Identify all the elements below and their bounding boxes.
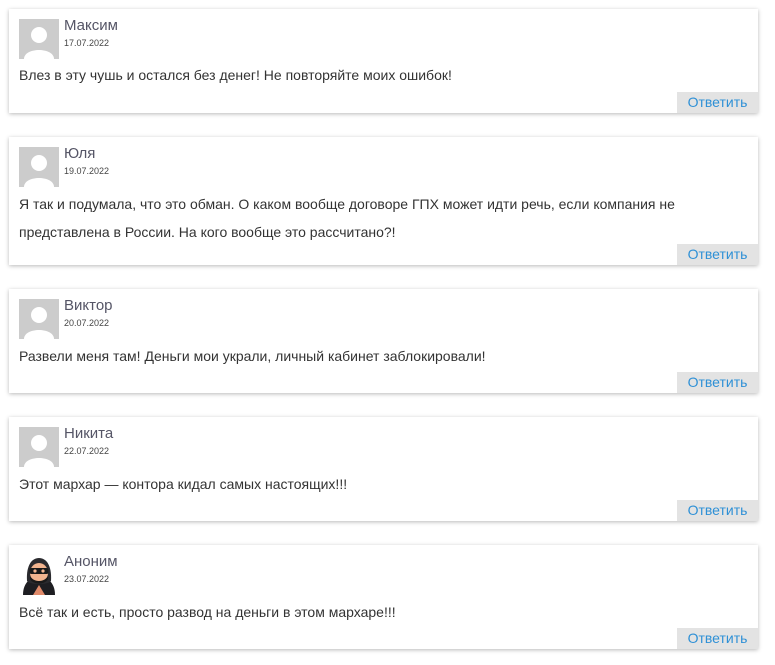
reply-button[interactable]: Ответить [677, 244, 758, 265]
reply-button[interactable]: Ответить [677, 92, 758, 113]
default-avatar-icon [19, 299, 59, 339]
comment-text: Всё так и есть, просто развод на деньги … [19, 604, 396, 620]
comment-text: Развели меня там! Деньги мои украли, лич… [19, 348, 486, 364]
reply-button[interactable]: Ответить [677, 500, 758, 521]
comment-card: Аноним 23.07.2022 Всё так и есть, просто… [9, 545, 758, 649]
comment-author: Аноним [64, 553, 118, 570]
comment-date: 20.07.2022 [64, 318, 110, 328]
reply-button[interactable]: Ответить [677, 372, 758, 393]
default-avatar-icon [19, 147, 59, 187]
hooded-thief-avatar-icon [19, 555, 59, 595]
comment-text: Этот мархар — контора кидал самых настоя… [19, 476, 348, 492]
comment-card: Юля 19.07.2022 Я так и подумала, что это… [9, 137, 758, 265]
comment-date: 17.07.2022 [64, 38, 110, 48]
comment-card: Виктор 20.07.2022 Развели меня там! День… [9, 289, 758, 393]
default-avatar-icon [19, 427, 59, 467]
default-avatar-icon [19, 19, 59, 59]
reply-button[interactable]: Ответить [677, 628, 758, 649]
comment-date: 23.07.2022 [64, 574, 110, 584]
comment-card: Никита 22.07.2022 Этот мархар — контора … [9, 417, 758, 521]
comment-card: Максим 17.07.2022 Влез в эту чушь и оста… [9, 9, 758, 113]
comment-text: Я так и подумала, что это обман. О каком… [19, 196, 675, 240]
comment-author: Виктор [64, 297, 113, 314]
comment-author: Максим [64, 17, 118, 34]
comment-text: Влез в эту чушь и остался без денег! Не … [19, 67, 452, 83]
comment-date: 19.07.2022 [64, 166, 110, 176]
comment-author: Никита [64, 425, 114, 442]
comment-date: 22.07.2022 [64, 446, 110, 456]
comment-author: Юля [64, 145, 96, 162]
